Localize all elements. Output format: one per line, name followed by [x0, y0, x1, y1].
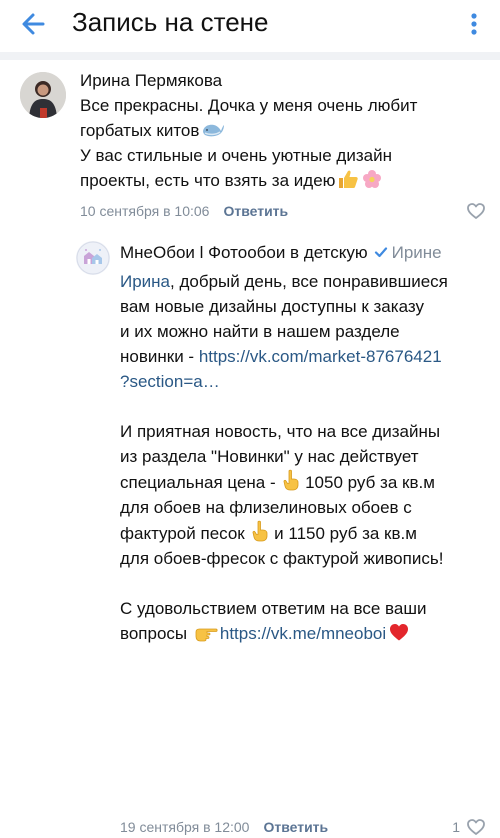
comment-date: 19 сентября в 12:00: [120, 819, 250, 835]
pointing-up-icon: [253, 520, 268, 542]
text-line: , добрый день, все понравившиеся: [170, 272, 448, 291]
whale-icon: [203, 124, 225, 137]
community-logo-icon: [76, 241, 110, 275]
reply-to-name[interactable]: Ирине: [392, 243, 442, 262]
text-line: С удовольствием ответим на все ваши: [120, 599, 427, 618]
text-line: специальная цена -: [120, 473, 281, 492]
header-divider: [0, 52, 500, 60]
more-vertical-icon: [471, 13, 477, 35]
text-line: горбатых китов: [80, 121, 200, 140]
text-line: Все прекрасны. Дочка у меня очень любит: [80, 96, 418, 115]
more-menu-button[interactable]: [462, 6, 486, 42]
text-line: из раздела "Новинки" у нас действует: [120, 447, 419, 466]
text-line: вам новые дизайны доступны к заказу: [120, 297, 424, 316]
text-line-with-emoji: проекты, есть что взять за идею: [80, 168, 490, 193]
text-line: для обоев на флизелиновых обоев с: [120, 498, 412, 517]
verified-check-icon: [374, 247, 387, 258]
comment-author[interactable]: Ирина Пермякова: [80, 70, 222, 92]
text-line: новинки -: [120, 347, 199, 366]
text-line: и их можно найти в нашем разделе: [120, 322, 400, 341]
like-button[interactable]: [442, 200, 486, 222]
user-photo-icon: [20, 72, 66, 118]
pointing-up-icon: [283, 469, 299, 491]
text-line-with-mention: Ирина, добрый день, все понравившиеся: [120, 269, 490, 294]
text-line-with-link: вопросы https://vk.me/mneoboi: [120, 621, 490, 646]
comment-author[interactable]: МнеОбои l Фотообои в детскую Ирине: [120, 242, 442, 264]
like-count: 1: [452, 819, 460, 835]
text-line: У вас стильные и очень уютные дизайн: [80, 146, 392, 165]
text-line-with-emoji: специальная цена - 1050 руб за кв.м: [120, 469, 490, 495]
text-line: фактурой песок: [120, 524, 250, 543]
like-button[interactable]: 1: [442, 816, 486, 838]
text-line: для обоев-фресок с фактурой живопись!: [120, 549, 444, 568]
text-line-with-link: новинки - https://vk.com/market-87676421: [120, 344, 490, 369]
pointing-right-icon: [195, 628, 218, 642]
message-link[interactable]: https://vk.me/mneoboi: [220, 624, 386, 643]
comment-meta: 19 сентября в 12:00 Ответить: [120, 817, 328, 837]
community-name: МнеОбои l Фотообои в детскую: [120, 243, 368, 262]
page-title: Запись на стене: [72, 7, 269, 37]
text-line-with-emoji: горбатых китов: [80, 118, 490, 143]
comment-date: 10 сентября в 10:06: [80, 203, 210, 219]
text-line: И приятная новость, что на все дизайны: [120, 422, 441, 441]
text-line: и 1150 руб за кв.м: [269, 524, 417, 543]
comment-text: Ирина, добрый день, все понравившиеся ва…: [120, 269, 490, 646]
flower-icon: [363, 170, 382, 188]
thumbs-up-icon: [339, 170, 359, 188]
heart-icon: [467, 203, 485, 219]
text-line: проекты, есть что взять за идею: [80, 171, 336, 190]
app-header: Запись на стене: [0, 0, 500, 52]
text-line: вопросы: [120, 624, 192, 643]
comment-meta: 10 сентября в 10:06 Ответить: [80, 201, 288, 221]
reply-button[interactable]: Ответить: [263, 819, 328, 835]
comment-text: Все прекрасны. Дочка у меня очень любит …: [80, 93, 490, 193]
reply-button[interactable]: Ответить: [223, 203, 288, 219]
text-line: 1050 руб за кв.м: [300, 473, 435, 492]
market-link-continuation[interactable]: ?section=a…: [120, 369, 490, 394]
arrow-left-icon: [22, 13, 45, 35]
red-heart-icon: [390, 624, 409, 641]
mention-link[interactable]: Ирина: [120, 272, 170, 291]
avatar[interactable]: [20, 72, 66, 118]
back-button[interactable]: [16, 6, 52, 42]
text-line-with-emoji: фактурой песок и 1150 руб за кв.м: [120, 520, 490, 546]
community-avatar[interactable]: [76, 241, 110, 275]
market-link[interactable]: https://vk.com/market-87676421: [199, 347, 442, 366]
heart-icon: [467, 819, 485, 835]
